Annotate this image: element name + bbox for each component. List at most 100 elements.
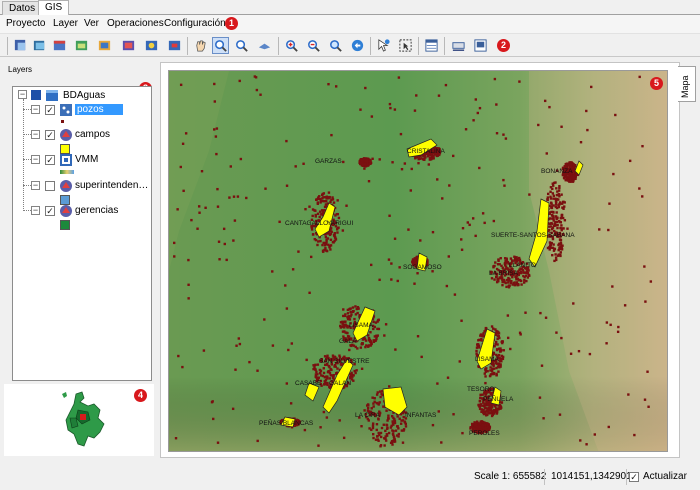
- well-point: [373, 397, 376, 400]
- map-canvas[interactable]: GARZAS CRISTALINA BONANZA LISAMA CANTAGALLO Y…: [168, 70, 668, 452]
- layer-expander-superintendencias[interactable]: −: [31, 181, 40, 190]
- well-point: [404, 425, 408, 428]
- add-layer-icon[interactable]: [51, 37, 68, 54]
- well-point: [333, 233, 336, 237]
- refresh-label[interactable]: Actualizar: [643, 471, 687, 482]
- tab-datos[interactable]: Datos: [2, 1, 43, 15]
- refresh-icon[interactable]: [349, 37, 366, 54]
- zoom-full-icon[interactable]: [283, 37, 300, 54]
- menu-ver[interactable]: Ver: [84, 18, 99, 29]
- attribute-table-icon[interactable]: [423, 37, 440, 54]
- add-raster-icon[interactable]: [73, 37, 90, 54]
- menu-operaciones[interactable]: Operaciones: [107, 18, 164, 29]
- status-separator: [544, 469, 545, 485]
- layer-expander-vmm[interactable]: −: [31, 155, 40, 164]
- menu-configuracion[interactable]: Configuración: [164, 18, 226, 29]
- layer-checkbox-pozos[interactable]: ✓: [45, 105, 55, 115]
- well-point: [317, 240, 320, 243]
- scale-readout: Scale 1: 655582: [474, 471, 547, 482]
- well-point: [417, 161, 420, 165]
- layer-checkbox-vmm[interactable]: ✓: [45, 155, 55, 165]
- layer-label-campos[interactable]: campos: [75, 129, 110, 140]
- zoom-box-icon[interactable]: [212, 37, 229, 54]
- toolbar-separator: [278, 37, 279, 55]
- well-point: [524, 311, 527, 314]
- well-point: [340, 320, 344, 324]
- well-point: [329, 244, 333, 247]
- well-point: [315, 370, 318, 374]
- well-point: [320, 209, 324, 212]
- zoom-layer-icon[interactable]: [305, 37, 322, 54]
- well-point: [564, 178, 568, 181]
- polygon-layer-icon: [60, 180, 72, 192]
- layer-label-vmm[interactable]: VMM: [75, 154, 98, 165]
- status-bar: Scale 1: 655582 1014151,1342901 ✓ Actual…: [0, 465, 700, 490]
- well-point: [359, 108, 362, 111]
- well-point: [478, 166, 481, 170]
- well-point: [393, 108, 397, 111]
- layer-label-superintendencias[interactable]: superintenden…: [75, 180, 148, 191]
- well-point: [476, 111, 480, 115]
- group-label[interactable]: BDAguas: [63, 90, 105, 101]
- well-point: [566, 179, 570, 182]
- database-icon[interactable]: [120, 37, 137, 54]
- well-point: [371, 396, 374, 399]
- layer-properties-icon[interactable]: [143, 37, 160, 54]
- refresh-checkbox[interactable]: ✓: [629, 472, 639, 482]
- group-checkbox[interactable]: [31, 90, 41, 100]
- zoom-in-icon[interactable]: [233, 37, 250, 54]
- well-point: [354, 305, 357, 308]
- menu-layer[interactable]: Layer: [53, 18, 78, 29]
- menu-proyecto[interactable]: Proyecto: [6, 18, 45, 29]
- layer-expander-gerencias[interactable]: −: [31, 206, 40, 215]
- well-point: [558, 201, 562, 204]
- well-point: [498, 347, 502, 350]
- map-view[interactable]: GARZAS CRISTALINA BONANZA LISAMA CANTAGALLOY…: [169, 71, 668, 452]
- well-point: [556, 254, 560, 257]
- well-point: [492, 327, 495, 330]
- well-point: [222, 227, 226, 231]
- add-vector-icon[interactable]: [96, 37, 113, 54]
- zoom-selection-icon[interactable]: [327, 37, 344, 54]
- well-point: [492, 219, 496, 223]
- well-point: [475, 425, 478, 428]
- well-point: [515, 281, 519, 284]
- layer-checkbox-gerencias[interactable]: ✓: [45, 206, 55, 216]
- layer-label-gerencias[interactable]: gerencias: [75, 205, 118, 216]
- measure-icon[interactable]: [450, 37, 467, 54]
- pan-hand-icon[interactable]: [192, 37, 209, 54]
- overview-map[interactable]: 4: [4, 384, 154, 456]
- well-point: [400, 167, 404, 171]
- well-point: [327, 364, 331, 368]
- well-point: [339, 326, 343, 329]
- group-expander[interactable]: −: [18, 90, 27, 99]
- well-point: [391, 161, 394, 164]
- select-icon[interactable]: [397, 37, 414, 54]
- remove-layer-icon[interactable]: [166, 37, 183, 54]
- project-icon[interactable]: [12, 37, 29, 54]
- well-point: [452, 413, 455, 416]
- well-point: [560, 336, 563, 340]
- layer-expander-campos[interactable]: −: [31, 130, 40, 139]
- tab-mapa[interactable]: Mapa: [678, 66, 696, 102]
- zoom-out-icon[interactable]: [256, 37, 273, 54]
- tab-gis[interactable]: GIS: [38, 0, 70, 16]
- well-point: [523, 278, 526, 282]
- well-point: [366, 158, 369, 161]
- layer-label-pozos[interactable]: pozos: [75, 104, 123, 115]
- well-point: [572, 179, 575, 182]
- identify-icon[interactable]: [375, 37, 392, 54]
- well-point: [558, 242, 561, 245]
- layer-checkbox-superintendencias[interactable]: [45, 181, 55, 191]
- well-point: [495, 407, 498, 410]
- well-point: [572, 302, 575, 305]
- well-point: [555, 187, 558, 190]
- well-point: [215, 152, 218, 156]
- layer-expander-pozos[interactable]: −: [31, 105, 40, 114]
- print-icon[interactable]: [472, 37, 489, 54]
- layer-checkbox-campos[interactable]: ✓: [45, 130, 55, 140]
- point-layer-icon: [60, 104, 72, 116]
- open-project-icon[interactable]: [31, 37, 48, 54]
- well-point: [187, 258, 190, 262]
- well-point: [566, 227, 569, 230]
